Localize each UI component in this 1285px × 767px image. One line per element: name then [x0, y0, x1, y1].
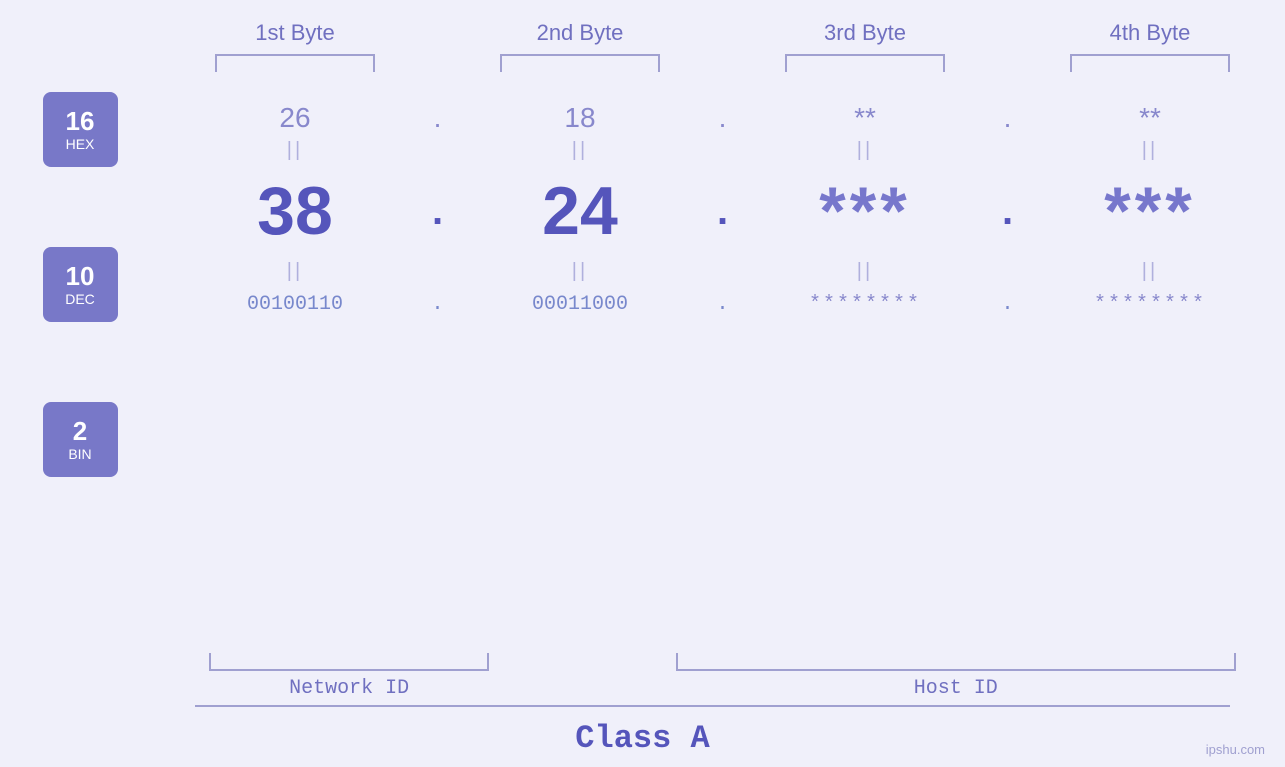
bin-sep3: .: [988, 293, 1028, 316]
dec-sep3: .: [988, 189, 1028, 234]
byte-columns: 1st Byte 2nd Byte 3rd Byte 4th Byte: [173, 20, 1273, 72]
hex-b2-value: 18: [564, 102, 595, 134]
hex-badge: 16 HEX: [43, 92, 118, 167]
dec-b2-cell: 24: [458, 172, 703, 250]
network-bracket-bottom: [209, 653, 489, 671]
bin-b3-value: ********: [809, 293, 921, 316]
bin-badge-label: BIN: [68, 446, 91, 462]
byte-col-1: 1st Byte: [173, 20, 418, 72]
bracket-top-4: [1070, 54, 1230, 72]
data-grid: 26 . 18 . ** . **: [173, 72, 1273, 326]
host-id-bracket: Host ID: [676, 653, 1236, 700]
main-container: 1st Byte 2nd Byte 3rd Byte 4th Byte: [0, 0, 1285, 767]
hex-b2-cell: 18: [458, 102, 703, 134]
dec-b3-value: ***: [819, 172, 910, 250]
byte-col-2: 2nd Byte: [458, 20, 703, 72]
dec-b1-cell: 38: [173, 172, 418, 250]
bin-sep2: .: [703, 293, 743, 316]
dec-b3-cell: ***: [743, 172, 988, 250]
byte3-label: 3rd Byte: [824, 20, 906, 46]
network-id-label: Network ID: [289, 677, 409, 700]
bin-b2-value: 00011000: [532, 293, 628, 316]
byte1-label: 1st Byte: [255, 20, 334, 46]
class-row: Class A: [0, 705, 1285, 767]
dec-b4-value: ***: [1104, 172, 1195, 250]
bin-b1-value: 00100110: [247, 293, 343, 316]
bin-sep1: .: [418, 293, 458, 316]
host-bracket-bottom: [676, 653, 1236, 671]
bin-badge: 2 BIN: [43, 402, 118, 477]
dec-sep2: .: [703, 189, 743, 234]
byte-labels-row: 1st Byte 2nd Byte 3rd Byte 4th Byte: [0, 0, 1285, 72]
dec-badge-number: 10: [66, 262, 95, 291]
eq3: ||: [857, 139, 873, 162]
eq1: ||: [287, 139, 303, 162]
bin-b4-cell: ********: [1028, 293, 1273, 316]
hex-b3-cell: **: [743, 102, 988, 134]
hex-badge-label: HEX: [66, 136, 95, 152]
class-label: Class A: [575, 720, 709, 757]
hex-b4-value: **: [1139, 102, 1161, 134]
badges-column: 16 HEX 10 DEC 2 BIN: [13, 72, 173, 477]
bin-b3-cell: ********: [743, 293, 988, 316]
hex-b3-value: **: [854, 102, 876, 134]
eq8: ||: [1142, 260, 1158, 283]
bracket-top-1: [215, 54, 375, 72]
main-data-section: 16 HEX 10 DEC 2 BIN 26 .: [0, 72, 1285, 653]
byte-col-4: 4th Byte: [1028, 20, 1273, 72]
hex-values-row: 26 . 18 . ** . **: [173, 72, 1273, 139]
watermark: ipshu.com: [1206, 742, 1265, 757]
bin-b4-value: ********: [1094, 293, 1206, 316]
hex-badge-number: 16: [66, 107, 95, 136]
byte-col-3: 3rd Byte: [743, 20, 988, 72]
eq4: ||: [1142, 139, 1158, 162]
hex-b1-value: 26: [279, 102, 310, 134]
bottom-brackets: Network ID Host ID: [173, 653, 1273, 700]
dec-values-row: 38 . 24 . *** . ***: [173, 162, 1273, 260]
dec-b1-value: 38: [257, 172, 333, 250]
bracket-top-3: [785, 54, 945, 72]
bracket-top-2: [500, 54, 660, 72]
bin-values-row: 00100110 . 00011000 . ******** .: [173, 283, 1273, 326]
hex-sep3: .: [988, 102, 1028, 134]
bottom-brackets-section: Network ID Host ID: [0, 653, 1285, 705]
eq7: ||: [857, 260, 873, 283]
network-id-bracket: Network ID: [209, 653, 489, 700]
host-id-label: Host ID: [914, 677, 998, 700]
hex-sep1: .: [418, 102, 458, 134]
bin-b1-cell: 00100110: [173, 293, 418, 316]
eq5: ||: [287, 260, 303, 283]
hex-sep2: .: [703, 102, 743, 134]
eq2: ||: [572, 139, 588, 162]
dec-sep1: .: [418, 189, 458, 234]
eq6: ||: [572, 260, 588, 283]
equals-row-2: || || || ||: [173, 260, 1273, 283]
hex-b4-cell: **: [1028, 102, 1273, 134]
equals-row-1: || || || ||: [173, 139, 1273, 162]
byte4-label: 4th Byte: [1110, 20, 1191, 46]
dec-b4-cell: ***: [1028, 172, 1273, 250]
bin-b2-cell: 00011000: [458, 293, 703, 316]
dec-badge: 10 DEC: [43, 247, 118, 322]
hex-b1-cell: 26: [173, 102, 418, 134]
byte2-label: 2nd Byte: [537, 20, 624, 46]
class-bracket-line: [195, 705, 1230, 707]
dec-badge-label: DEC: [65, 291, 95, 307]
bin-badge-number: 2: [73, 417, 87, 446]
dec-b2-value: 24: [542, 172, 618, 250]
